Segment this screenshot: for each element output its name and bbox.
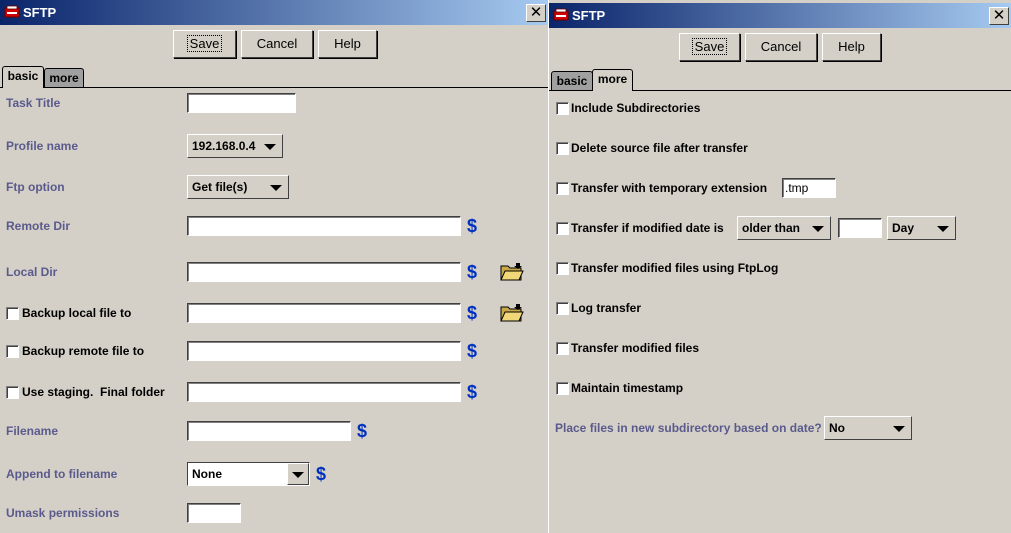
filename-variable-button[interactable]: $ [357,421,367,442]
cancel-button[interactable]: Cancel [745,33,817,61]
modified-date-amount-input[interactable] [838,218,882,238]
subdir-date-select[interactable]: No [824,416,912,440]
window-title: SFTP [23,5,57,20]
modified-date-unit-value: Day [892,221,915,235]
help-label: Help [334,36,361,51]
tab-basic[interactable]: basic [551,71,593,91]
remote-dir-label: Remote Dir [6,219,71,233]
ftp-option-label: Ftp option [6,180,65,194]
save-button[interactable]: Save [679,33,740,61]
log-transfer-label: Log transfer [571,301,642,315]
window-title: SFTP [572,8,606,23]
chevron-down-icon [893,426,905,432]
backup-local-variable-button[interactable]: $ [467,303,477,324]
append-dropdown-button[interactable] [287,463,309,485]
folder-open-icon[interactable] [499,262,525,282]
profile-name-label: Profile name [6,139,79,153]
backup-local-label: Backup local file to [22,306,132,320]
temp-ext-input[interactable]: .tmp [782,178,836,198]
cancel-button[interactable]: Cancel [241,30,313,58]
save-button[interactable]: Save [173,30,236,58]
subdir-date-value: No [829,421,845,435]
app-icon [4,5,20,18]
tab-divider [0,87,548,88]
remote-dir-variable-button[interactable]: $ [467,216,477,237]
backup-remote-variable-button[interactable]: $ [467,341,477,362]
backup-remote-checkbox[interactable] [6,345,19,358]
title-bar[interactable]: SFTP ✕ [549,3,1011,28]
staging-variable-button[interactable]: $ [467,382,477,403]
staging-input[interactable] [187,382,461,402]
tab-basic[interactable]: basic [2,66,44,88]
cancel-label: Cancel [760,39,802,54]
save-label: Save [186,35,223,52]
chevron-down-icon [270,185,282,191]
title-bar[interactable]: SFTP ✕ [0,0,548,25]
timestamp-checkbox[interactable] [556,382,569,395]
help-label: Help [838,39,865,54]
chevron-down-icon [292,472,304,478]
help-button[interactable]: Help [318,30,377,58]
umask-input[interactable] [187,503,241,523]
append-label: Append to filename [6,467,118,481]
filename-input[interactable] [187,421,351,441]
modified-date-op-select[interactable]: older than [737,216,831,240]
modified-date-op-value: older than [742,221,801,235]
delete-source-label: Delete source file after transfer [571,141,748,155]
subdir-date-label: Place files in new subdirectory based on… [555,421,822,435]
ftp-option-value: Get file(s) [192,180,248,194]
sftp-dialog-basic: SFTP ✕ Save Cancel Help basic more Task … [0,0,548,533]
profile-name-select[interactable]: 192.168.0.4 [187,134,283,158]
help-button[interactable]: Help [822,33,881,61]
local-dir-input[interactable] [187,262,461,282]
save-label: Save [691,38,728,55]
backup-remote-input[interactable] [187,341,461,361]
include-subdirs-checkbox[interactable] [556,102,569,115]
local-dir-variable-button[interactable]: $ [467,262,477,283]
backup-local-input[interactable] [187,303,461,323]
tab-more[interactable]: more [592,69,633,91]
temp-ext-label: Transfer with temporary extension [571,181,768,195]
profile-name-value: 192.168.0.4 [192,139,256,153]
log-transfer-checkbox[interactable] [556,302,569,315]
delete-source-checkbox[interactable] [556,142,569,155]
filename-label: Filename [6,424,59,438]
append-select[interactable]: None [187,462,310,486]
staging-checkbox[interactable] [6,386,19,399]
chevron-down-icon [812,226,824,232]
close-icon[interactable]: ✕ [989,7,1009,25]
modified-date-label: Transfer if modified date is [571,221,724,235]
include-subdirs-label: Include Subdirectories [571,101,701,115]
staging-label: Use staging. Final folder [22,385,165,399]
remote-dir-input[interactable] [187,216,461,236]
backup-remote-label: Backup remote file to [22,344,145,358]
umask-label: Umask permissions [6,506,120,520]
modified-files-label: Transfer modified files [571,341,700,355]
modified-date-unit-select[interactable]: Day [887,216,956,240]
folder-open-icon[interactable] [499,303,525,323]
local-dir-label: Local Dir [6,265,58,279]
app-icon [553,8,569,21]
chevron-down-icon [937,226,949,232]
ftp-option-select[interactable]: Get file(s) [187,175,289,199]
task-title-label: Task Title [6,96,61,110]
task-title-input[interactable] [187,93,296,113]
sftp-dialog-more: SFTP ✕ Save Cancel Help basic more Inclu… [549,0,1011,533]
backup-local-checkbox[interactable] [6,307,19,320]
tab-more[interactable]: more [44,68,84,88]
modified-date-checkbox[interactable] [556,222,569,235]
temp-ext-checkbox[interactable] [556,182,569,195]
close-icon[interactable]: ✕ [526,4,546,22]
modified-files-checkbox[interactable] [556,342,569,355]
ftplog-checkbox[interactable] [556,262,569,275]
append-value: None [192,467,222,481]
append-variable-button[interactable]: $ [316,464,326,485]
cancel-label: Cancel [256,36,298,51]
ftplog-label: Transfer modified files using FtpLog [571,261,779,275]
chevron-down-icon [264,144,276,150]
timestamp-label: Maintain timestamp [571,381,684,395]
